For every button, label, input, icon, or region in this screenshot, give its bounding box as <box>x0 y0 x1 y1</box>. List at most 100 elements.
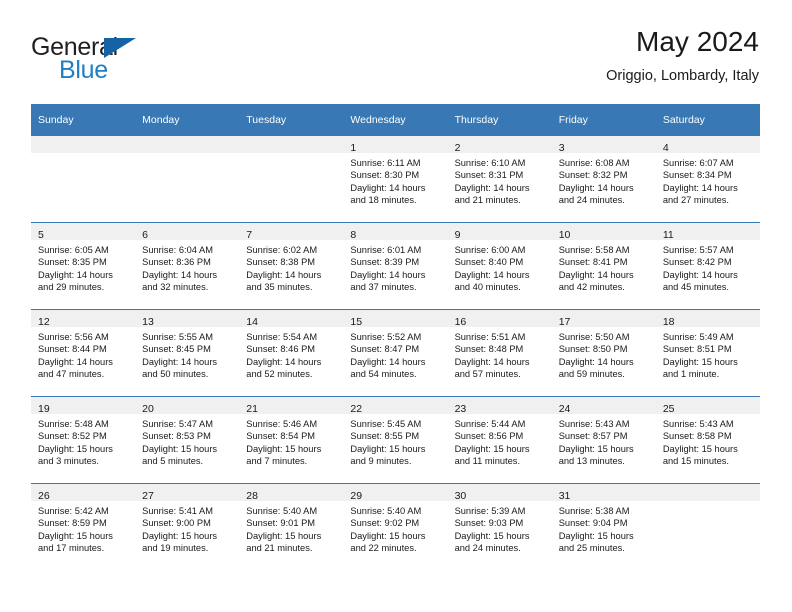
day-info: Sunrise: 5:55 AM Sunset: 8:45 PM Daylight:… <box>135 327 239 381</box>
day-cell[interactable]: 19 Sunrise: 5:48 AM Sunset: 8:52 PM Dayligh… <box>31 397 136 483</box>
day-info: Sunrise: 5:40 AM Sunset: 9:01 PM Daylight:… <box>239 501 343 555</box>
day-cell[interactable]: 18 Sunrise: 5:49 AM Sunset: 8:51 PM Dayligh… <box>655 310 760 396</box>
daylight-text-line1: Daylight: 15 hours <box>142 443 218 454</box>
calendar-day-cell: 15 Sunrise: 5:52 AM Sunset: 8:47 PM Dayligh… <box>343 309 448 397</box>
day-number: 27 <box>142 490 154 502</box>
sunset-text: Sunset: 8:47 PM <box>350 344 420 355</box>
day-number: 2 <box>454 142 461 154</box>
daylight-text-line2: and 59 minutes. <box>558 369 625 380</box>
day-cell[interactable]: 10 Sunrise: 5:58 AM Sunset: 8:41 PM Dayligh… <box>551 223 656 309</box>
calendar-day-cell: 28 Sunrise: 5:40 AM Sunset: 9:01 PM Dayligh… <box>239 483 344 570</box>
day-cell[interactable]: 20 Sunrise: 5:47 AM Sunset: 8:53 PM Dayligh… <box>135 397 240 483</box>
calendar-day-cell: 6 Sunrise: 6:04 AM Sunset: 8:36 PM Daylight… <box>135 222 240 310</box>
day-number-band: 3 <box>551 136 656 154</box>
day-info: Sunrise: 6:11 AM Sunset: 8:30 PM Daylight:… <box>343 153 447 207</box>
day-cell[interactable]: 24 Sunrise: 5:43 AM Sunset: 8:57 PM Dayligh… <box>551 397 656 483</box>
day-number: 6 <box>142 229 148 241</box>
day-info: Sunrise: 5:41 AM Sunset: 9:00 PM Daylight:… <box>135 501 239 555</box>
day-number: 21 <box>246 403 258 415</box>
day-cell[interactable]: 25 Sunrise: 5:43 AM Sunset: 8:58 PM Dayligh… <box>655 397 760 483</box>
day-cell[interactable]: 14 Sunrise: 5:54 AM Sunset: 8:46 PM Dayligh… <box>239 310 344 396</box>
daylight-text-line1: Daylight: 14 hours <box>38 356 113 367</box>
calendar-day-cell: 16 Sunrise: 5:51 AM Sunset: 8:48 PM Dayligh… <box>447 309 552 397</box>
calendar-day-cell: 8 Sunrise: 6:01 AM Sunset: 8:39 PM Daylight… <box>343 222 448 310</box>
day-cell[interactable]: 4 Sunrise: 6:07 AM Sunset: 8:34 PM Daylight… <box>655 136 760 222</box>
daylight-text-line1: Daylight: 15 hours <box>246 443 322 454</box>
weekday-header-saturday: Saturday <box>655 104 760 136</box>
day-cell[interactable]: 23 Sunrise: 5:44 AM Sunset: 8:56 PM Dayligh… <box>447 397 552 483</box>
sunrise-text: Sunrise: 5:47 AM <box>142 419 213 429</box>
day-cell[interactable]: 9 Sunrise: 6:00 AM Sunset: 8:40 PM Daylight… <box>447 223 552 309</box>
sunrise-text: Sunrise: 5:49 AM <box>662 332 734 342</box>
day-info: Sunrise: 5:46 AM Sunset: 8:54 PM Daylight:… <box>239 414 343 468</box>
sunrise-text: Sunrise: 5:58 AM <box>558 245 630 255</box>
daylight-text-line1: Daylight: 14 hours <box>558 182 634 193</box>
daylight-text-line1: Daylight: 14 hours <box>662 269 738 280</box>
day-number: 30 <box>454 490 467 502</box>
day-cell[interactable]: 30 Sunrise: 5:39 AM Sunset: 9:03 PM Dayligh… <box>447 484 552 570</box>
day-number: 20 <box>142 403 154 415</box>
sunrise-text: Sunrise: 6:02 AM <box>246 245 318 255</box>
day-cell-empty <box>135 136 240 222</box>
day-cell[interactable]: 7 Sunrise: 6:02 AM Sunset: 8:38 PM Daylight… <box>239 223 344 309</box>
day-number-band: 21 <box>239 397 344 415</box>
daylight-text-line2: and 9 minutes. <box>350 456 412 467</box>
day-number: 15 <box>350 316 363 328</box>
daylight-text-line2: and 1 minute. <box>662 369 720 380</box>
daylight-text-line1: Daylight: 15 hours <box>350 530 426 541</box>
daylight-text-line1: Daylight: 14 hours <box>246 356 322 367</box>
sunrise-text: Sunrise: 5:40 AM <box>246 506 318 516</box>
day-cell[interactable]: 6 Sunrise: 6:04 AM Sunset: 8:36 PM Daylight… <box>135 223 240 309</box>
day-cell[interactable]: 17 Sunrise: 5:50 AM Sunset: 8:50 PM Dayligh… <box>551 310 656 396</box>
weekday-header-thursday: Thursday <box>447 104 552 136</box>
daylight-text-line2: and 11 minutes. <box>454 456 521 467</box>
day-info: Sunrise: 5:45 AM Sunset: 8:55 PM Daylight:… <box>343 414 447 468</box>
day-cell[interactable]: 21 Sunrise: 5:46 AM Sunset: 8:54 PM Dayligh… <box>239 397 344 483</box>
day-number-band: 20 <box>135 397 240 415</box>
day-cell[interactable]: 13 Sunrise: 5:55 AM Sunset: 8:45 PM Dayligh… <box>135 310 240 396</box>
weekday-header-wednesday: Wednesday <box>343 104 448 136</box>
day-cell-empty <box>239 136 344 222</box>
day-number: 17 <box>558 316 571 328</box>
day-cell[interactable]: 15 Sunrise: 5:52 AM Sunset: 8:47 PM Dayligh… <box>343 310 448 396</box>
day-cell[interactable]: 12 Sunrise: 5:56 AM Sunset: 8:44 PM Dayligh… <box>31 310 136 396</box>
daylight-text-line2: and 57 minutes. <box>454 369 521 380</box>
day-cell[interactable]: 22 Sunrise: 5:45 AM Sunset: 8:55 PM Dayligh… <box>343 397 448 483</box>
day-cell[interactable]: 16 Sunrise: 5:51 AM Sunset: 8:48 PM Dayligh… <box>447 310 552 396</box>
sunset-text: Sunset: 8:32 PM <box>558 170 628 181</box>
day-cell[interactable]: 3 Sunrise: 6:08 AM Sunset: 8:32 PM Daylight… <box>551 136 656 222</box>
day-cell[interactable]: 11 Sunrise: 5:57 AM Sunset: 8:42 PM Dayligh… <box>655 223 760 309</box>
weekday-header-monday: Monday <box>135 104 240 136</box>
sunrise-text: Sunrise: 5:55 AM <box>142 332 213 342</box>
day-cell[interactable]: 29 Sunrise: 5:40 AM Sunset: 9:02 PM Dayligh… <box>343 484 448 570</box>
sunset-text: Sunset: 8:41 PM <box>558 257 628 268</box>
calendar-page: General Blue May 2024 Origgio, Lombardy,… <box>0 0 792 612</box>
sunset-text: Sunset: 8:48 PM <box>454 344 524 355</box>
day-cell[interactable]: 8 Sunrise: 6:01 AM Sunset: 8:39 PM Daylight… <box>343 223 448 309</box>
day-cell[interactable]: 31 Sunrise: 5:38 AM Sunset: 9:04 PM Dayligh… <box>551 484 656 570</box>
daylight-text-line1: Daylight: 15 hours <box>662 356 738 367</box>
calendar-day-cell <box>239 136 344 223</box>
day-cell[interactable]: 26 Sunrise: 5:42 AM Sunset: 8:59 PM Dayligh… <box>31 484 136 570</box>
day-cell[interactable]: 27 Sunrise: 5:41 AM Sunset: 9:00 PM Dayligh… <box>135 484 240 570</box>
day-cell[interactable]: 1 Sunrise: 6:11 AM Sunset: 8:30 PM Daylight… <box>343 136 448 222</box>
page-subtitle-location: Origgio, Lombardy, Italy <box>606 68 759 84</box>
day-info: Sunrise: 5:42 AM Sunset: 8:59 PM Daylight:… <box>31 501 135 555</box>
day-cell[interactable]: 28 Sunrise: 5:40 AM Sunset: 9:01 PM Dayligh… <box>239 484 344 570</box>
day-number: 12 <box>38 316 50 328</box>
day-number-band: 27 <box>135 484 240 502</box>
calendar-day-cell: 22 Sunrise: 5:45 AM Sunset: 8:55 PM Dayligh… <box>343 396 448 484</box>
day-number: 25 <box>662 403 675 415</box>
sunset-text: Sunset: 8:56 PM <box>454 431 524 442</box>
day-cell[interactable]: 2 Sunrise: 6:10 AM Sunset: 8:31 PM Daylight… <box>447 136 552 222</box>
day-cell[interactable]: 5 Sunrise: 6:05 AM Sunset: 8:35 PM Daylight… <box>31 223 136 309</box>
daylight-text-line1: Daylight: 14 hours <box>142 356 218 367</box>
day-number-band <box>31 136 136 153</box>
daylight-text-line1: Daylight: 15 hours <box>38 443 113 454</box>
sunrise-text: Sunrise: 5:44 AM <box>454 419 526 429</box>
day-number-band: 31 <box>551 484 656 502</box>
day-number-band: 6 <box>135 223 240 241</box>
daylight-text-line2: and 18 minutes. <box>350 195 417 206</box>
calendar-day-cell: 30 Sunrise: 5:39 AM Sunset: 9:03 PM Dayligh… <box>447 483 552 570</box>
sunrise-text: Sunrise: 6:07 AM <box>662 158 734 168</box>
